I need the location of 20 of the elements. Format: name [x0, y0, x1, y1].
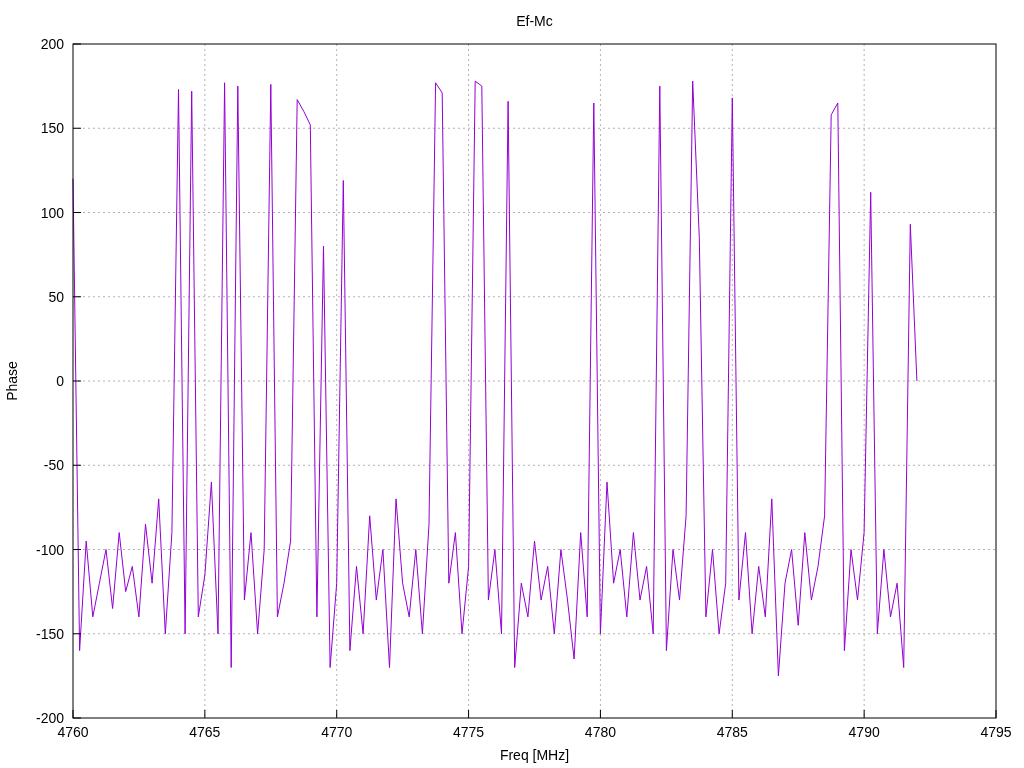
tick-label: -200: [35, 710, 64, 726]
axis-label: Phase: [4, 361, 20, 401]
tick-label: 4785: [716, 724, 748, 740]
tick-label: 4775: [453, 724, 485, 740]
tick-label: -150: [35, 625, 64, 642]
tick-label: 4790: [848, 724, 880, 740]
tick-label: 4780: [584, 724, 616, 740]
axis-label: Freq [MHz]: [499, 747, 570, 763]
chart-title: Ef-Mc: [516, 13, 553, 29]
tick-label: 4760: [57, 724, 89, 740]
tick-label: -100: [35, 541, 64, 558]
tick-label: 4795: [980, 724, 1012, 740]
tick-label: 0: [56, 373, 64, 389]
tick-label: 4770: [321, 724, 353, 740]
tick-label: -50: [43, 457, 64, 474]
tick-label: 100: [40, 204, 64, 221]
tick-label: 4765: [189, 724, 221, 740]
tick-label: 50: [48, 288, 64, 305]
tick-label: 150: [40, 120, 64, 137]
tick-label: 200: [40, 36, 64, 52]
